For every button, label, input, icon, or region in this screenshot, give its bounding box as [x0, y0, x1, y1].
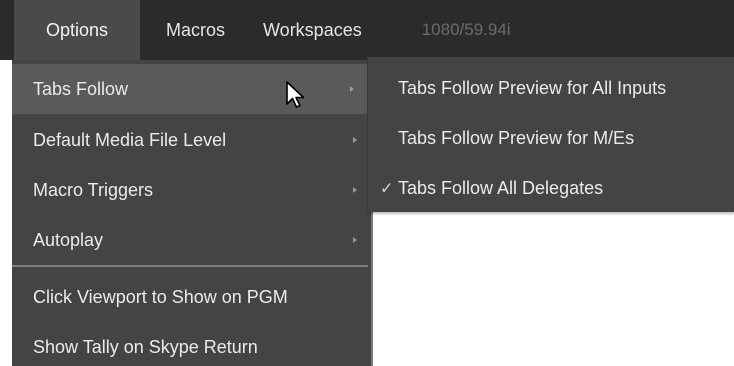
menu-item-label: Macro Triggers	[33, 179, 154, 200]
menu-item-default-media-file-level[interactable]: Default Media File Level	[12, 115, 371, 165]
menu-options-label: Options	[45, 19, 109, 40]
menu-item-label: Autoplay	[33, 229, 104, 250]
menu-item-label: Tabs Follow	[33, 78, 129, 99]
options-dropdown-menu: Tabs Follow Default Media File Level Mac…	[12, 60, 371, 366]
menu-item-tabs-follow[interactable]: Tabs Follow	[12, 64, 368, 114]
menu-workspaces-label: Workspaces	[263, 19, 362, 40]
menu-item-label: Default Media File Level	[33, 129, 227, 150]
menu-macros[interactable]: Macros	[140, 0, 251, 60]
triangle-right-icon	[353, 237, 357, 243]
menu-options[interactable]: Options	[14, 0, 140, 60]
submenu-item-all-delegates[interactable]: ✓ Tabs Follow All Delegates	[368, 164, 734, 212]
menu-workspaces[interactable]: Workspaces	[251, 0, 382, 60]
submenu-item-label: Tabs Follow All Delegates	[398, 177, 604, 198]
mouse-pointer-icon	[286, 81, 305, 108]
tabs-follow-submenu: Tabs Follow Preview for All Inputs Tabs …	[368, 57, 734, 212]
menu-macros-label: Macros	[166, 19, 226, 40]
submenu-item-preview-mes[interactable]: Tabs Follow Preview for M/Es	[368, 114, 734, 162]
menu-item-show-tally-on-skype-return[interactable]: Show Tally on Skype Return	[12, 322, 371, 366]
submenu-item-label: Tabs Follow Preview for All Inputs	[398, 77, 667, 98]
menu-item-label: Click Viewport to Show on PGM	[33, 286, 288, 307]
menu-item-label: Show Tally on Skype Return	[33, 336, 258, 357]
menu-separator	[12, 265, 368, 267]
app-window: Options Macros Workspaces 1080/59.94i Ta…	[0, 0, 734, 366]
submenu-item-label: Tabs Follow Preview for M/Es	[398, 127, 635, 148]
checkmark-icon: ✓	[380, 178, 394, 198]
triangle-right-icon	[353, 187, 357, 193]
menu-item-autoplay[interactable]: Autoplay	[12, 215, 371, 265]
submenu-item-preview-all-inputs[interactable]: Tabs Follow Preview for All Inputs	[368, 64, 734, 112]
triangle-right-icon	[353, 137, 357, 143]
video-format-status: 1080/59.94i	[421, 20, 511, 39]
menu-bar: Options Macros Workspaces 1080/59.94i	[0, 0, 734, 60]
menu-item-macro-triggers[interactable]: Macro Triggers	[12, 165, 371, 215]
menu-item-click-viewport-to-show-on-pgm[interactable]: Click Viewport to Show on PGM	[12, 272, 371, 322]
triangle-right-icon	[350, 86, 354, 92]
